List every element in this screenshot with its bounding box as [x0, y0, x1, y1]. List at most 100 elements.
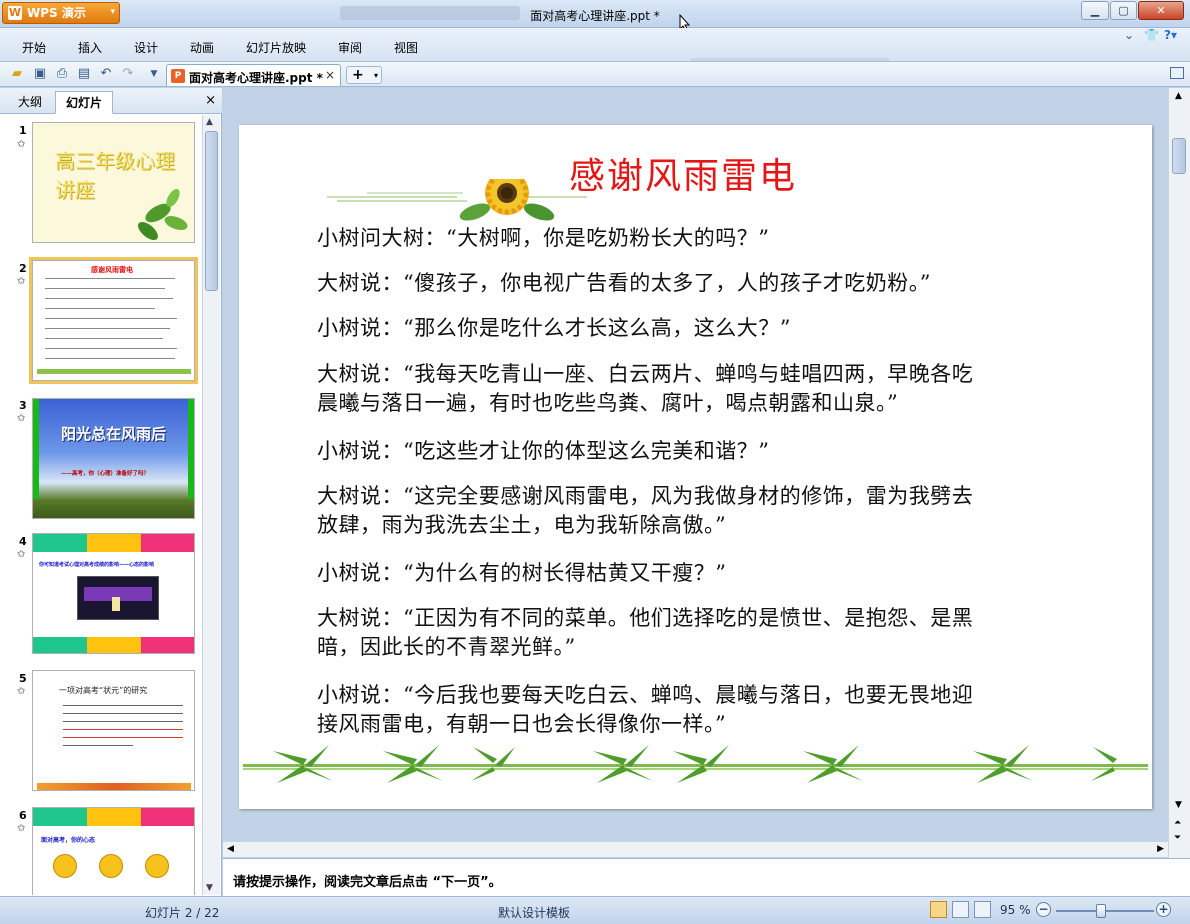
bamboo-leaves-decoration: [243, 745, 1148, 783]
paragraph-8-line-2[interactable]: 暗，因此长的不青翠光鲜。”: [317, 633, 1097, 662]
new-tab-button[interactable]: + ▾: [346, 66, 382, 84]
scroll-down-icon[interactable]: ▼: [1175, 800, 1182, 810]
save-icon[interactable]: ▣: [32, 66, 48, 82]
paragraph-7[interactable]: 小树说：“为什么有的树长得枯黄又干瘦？”: [317, 559, 1097, 588]
paragraph-6-line-2[interactable]: 放肆，雨为我洗去尘土，电为我斩除高傲。”: [317, 511, 1097, 540]
sunflower-decoration: [327, 179, 587, 221]
animation-star-icon: ✩: [17, 823, 26, 834]
panel-tabs: 大纲 幻灯片 ×: [0, 88, 222, 114]
leaf-decoration-icon: [138, 188, 188, 240]
close-button[interactable]: ✕: [1138, 1, 1184, 20]
maximize-button[interactable]: ▢: [1110, 1, 1137, 20]
paragraph-4-line-1[interactable]: 大树说：“我每天吃青山一座、白云两片、蝉鸣与蛙唱四两，早晚各吃: [317, 360, 1097, 389]
plus-icon: +: [352, 67, 364, 83]
menu-review[interactable]: 审阅: [338, 39, 362, 56]
close-panel-icon[interactable]: ×: [205, 93, 216, 108]
scroll-left-icon[interactable]: ◀: [227, 844, 234, 854]
chevron-down-icon: ▾: [373, 71, 378, 80]
slide-thumbnail-4[interactable]: 你可知道考试心理对高考成绩的影响——心态的影响: [32, 533, 195, 654]
thumb-subtitle: ——高考，你（心理）准备好了吗？: [61, 471, 150, 477]
notes-pane[interactable]: 请按提示操作，阅读完文章后点击 “下一页”。: [223, 858, 1190, 896]
close-tab-icon[interactable]: ×: [325, 68, 335, 82]
next-slide-icon[interactable]: ⏷: [1174, 833, 1181, 843]
slide-thumbnail-3[interactable]: 阳光总在风雨后 ——高考，你（心理）准备好了吗？: [32, 398, 195, 519]
normal-view-icon[interactable]: [930, 901, 947, 918]
title-bar: W WPS 演示 ▾ 面对高考心理讲座.ppt * ▁ ▢ ✕: [0, 0, 1190, 32]
current-slide[interactable]: 感谢风雨雷电 小树问大树：“大树啊，你是吃奶粉长大的吗？” 大树说：“傻孩子，你…: [239, 125, 1152, 809]
face-emoji-icon: [99, 854, 123, 878]
menu-design[interactable]: 设计: [134, 39, 158, 56]
animation-star-icon: ✩: [17, 139, 26, 150]
slide-thumbnail-2[interactable]: 感谢风雨雷电: [29, 257, 198, 384]
slide-sorter-view-icon[interactable]: [952, 901, 969, 918]
maximize-icon: ▢: [1118, 4, 1129, 17]
notes-text[interactable]: 请按提示操作，阅读完文章后点击 “下一页”。: [233, 871, 502, 890]
scroll-up-icon[interactable]: ▲: [206, 117, 213, 127]
window-title: 面对高考心理讲座.ppt *: [530, 9, 660, 23]
zoom-slider-knob[interactable]: [1096, 904, 1106, 918]
paragraph-4-line-2[interactable]: 晨曦与落日一遍，有时也吃些鸟粪、腐叶，喝点朝露和山泉。”: [317, 389, 1097, 418]
video-frame: [77, 576, 159, 620]
slideshow-view-icon[interactable]: [974, 901, 991, 918]
paragraph-9-line-1[interactable]: 小树说：“今后我也要每天吃白云、蝉鸣、晨曦与落日，也要无畏地迎: [317, 681, 1097, 710]
thumb-number: 3: [19, 399, 27, 412]
ppt-file-icon: P: [171, 69, 185, 83]
animation-star-icon: ✩: [17, 276, 26, 287]
menu-slideshow[interactable]: 幻灯片放映: [246, 39, 306, 56]
slide-thumbnail-1[interactable]: 高三年级心理讲座: [32, 122, 195, 243]
undo-icon[interactable]: ↶: [98, 66, 114, 82]
paragraph-9-line-2[interactable]: 接风雨雷电，有朝一日也会长得像你一样。”: [317, 710, 1097, 739]
scroll-right-icon[interactable]: ▶: [1157, 844, 1164, 854]
customize-toolbar-icon[interactable]: ▼: [146, 66, 162, 82]
zoom-in-icon[interactable]: +: [1156, 902, 1171, 917]
menu-start[interactable]: 开始: [22, 39, 46, 56]
paragraph-6-line-1[interactable]: 大树说：“这完全要感谢风雨雷电，风为我做身材的修饰，雷为我劈去: [317, 482, 1097, 511]
thumb-number: 5: [19, 672, 27, 685]
paragraph-3[interactable]: 小树说：“那么你是吃什么才长这么高，这么大？”: [317, 314, 1097, 343]
document-tab-label: 面对高考心理讲座.ppt *: [189, 71, 323, 85]
scroll-thumb[interactable]: [205, 131, 218, 291]
slide-vertical-scrollbar[interactable]: ▲ ▼ ⏶ ⏷: [1168, 88, 1190, 858]
thumb-number: 6: [19, 809, 27, 822]
paragraph-5[interactable]: 小树说：“吃这些才让你的体型这么完美和谐？”: [317, 437, 1097, 466]
grass-decoration: [37, 369, 191, 374]
tab-outline[interactable]: 大纲: [8, 91, 52, 114]
animation-star-icon: ✩: [17, 549, 26, 560]
design-template: 默认设计模板: [498, 906, 571, 920]
tab-slides[interactable]: 幻灯片: [55, 91, 113, 114]
window-layout-icon[interactable]: [1170, 67, 1184, 79]
thumb-text: 面对高考，你的心态: [41, 837, 96, 844]
redo-icon[interactable]: ↷: [120, 66, 136, 82]
scroll-down-icon[interactable]: ▼: [206, 883, 213, 893]
print-preview-icon[interactable]: ▤: [76, 66, 92, 82]
zoom-level: 95 %: [1000, 903, 1031, 917]
slide-horizontal-scrollbar[interactable]: ◀ ▶: [223, 841, 1168, 857]
scroll-thumb[interactable]: [1172, 138, 1186, 174]
print-icon[interactable]: ⎙: [54, 66, 70, 82]
flower-border: [37, 783, 191, 790]
slide-title[interactable]: 感谢风雨雷电: [569, 147, 797, 199]
slide-thumbnail-5[interactable]: 一项对高考“状元”的研究: [32, 670, 195, 791]
menu-view[interactable]: 视图: [394, 39, 418, 56]
paragraph-1[interactable]: 小树问大树：“大树啊，你是吃奶粉长大的吗？”: [317, 224, 1097, 253]
thumb-number: 2: [19, 262, 27, 275]
menu-insert[interactable]: 插入: [78, 39, 102, 56]
zoom-out-icon[interactable]: −: [1036, 902, 1051, 917]
collapse-ribbon-icon[interactable]: ⌄: [1124, 28, 1138, 42]
slide-thumbnail-6[interactable]: 面对高考，你的心态: [32, 807, 195, 895]
skin-icon[interactable]: 👕: [1144, 28, 1160, 42]
minimize-button[interactable]: ▁: [1081, 1, 1109, 20]
help-icon[interactable]: ?▾: [1164, 28, 1182, 42]
open-folder-icon[interactable]: ▰: [9, 66, 25, 82]
previous-slide-icon[interactable]: ⏶: [1174, 818, 1181, 828]
thumb-number: 4: [19, 535, 27, 548]
paragraph-8-line-1[interactable]: 大树说：“正因为有不同的菜单。他们选择吃的是愤世、是抱怨、是黑: [317, 604, 1097, 633]
slide-edit-area: 感谢风雨雷电 小树问大树：“大树啊，你是吃奶粉长大的吗？” 大树说：“傻孩子，你…: [223, 88, 1168, 858]
thumbnail-list: 1 ✩ 高三年级心理讲座 2 ✩ 感谢风雨雷电 3 ✩ 阳光总在风雨后 ——高考…: [0, 115, 202, 895]
thumbnail-scrollbar[interactable]: ▲ ▼: [202, 115, 220, 895]
menu-animation[interactable]: 动画: [190, 39, 214, 56]
paragraph-2[interactable]: 大树说：“傻孩子，你电视广告看的太多了，人的孩子才吃奶粉。”: [317, 269, 1097, 298]
scroll-up-icon[interactable]: ▲: [1175, 91, 1182, 101]
document-tab[interactable]: P 面对高考心理讲座.ppt * ×: [166, 64, 341, 86]
slide-counter: 幻灯片 2 / 22: [145, 906, 220, 920]
